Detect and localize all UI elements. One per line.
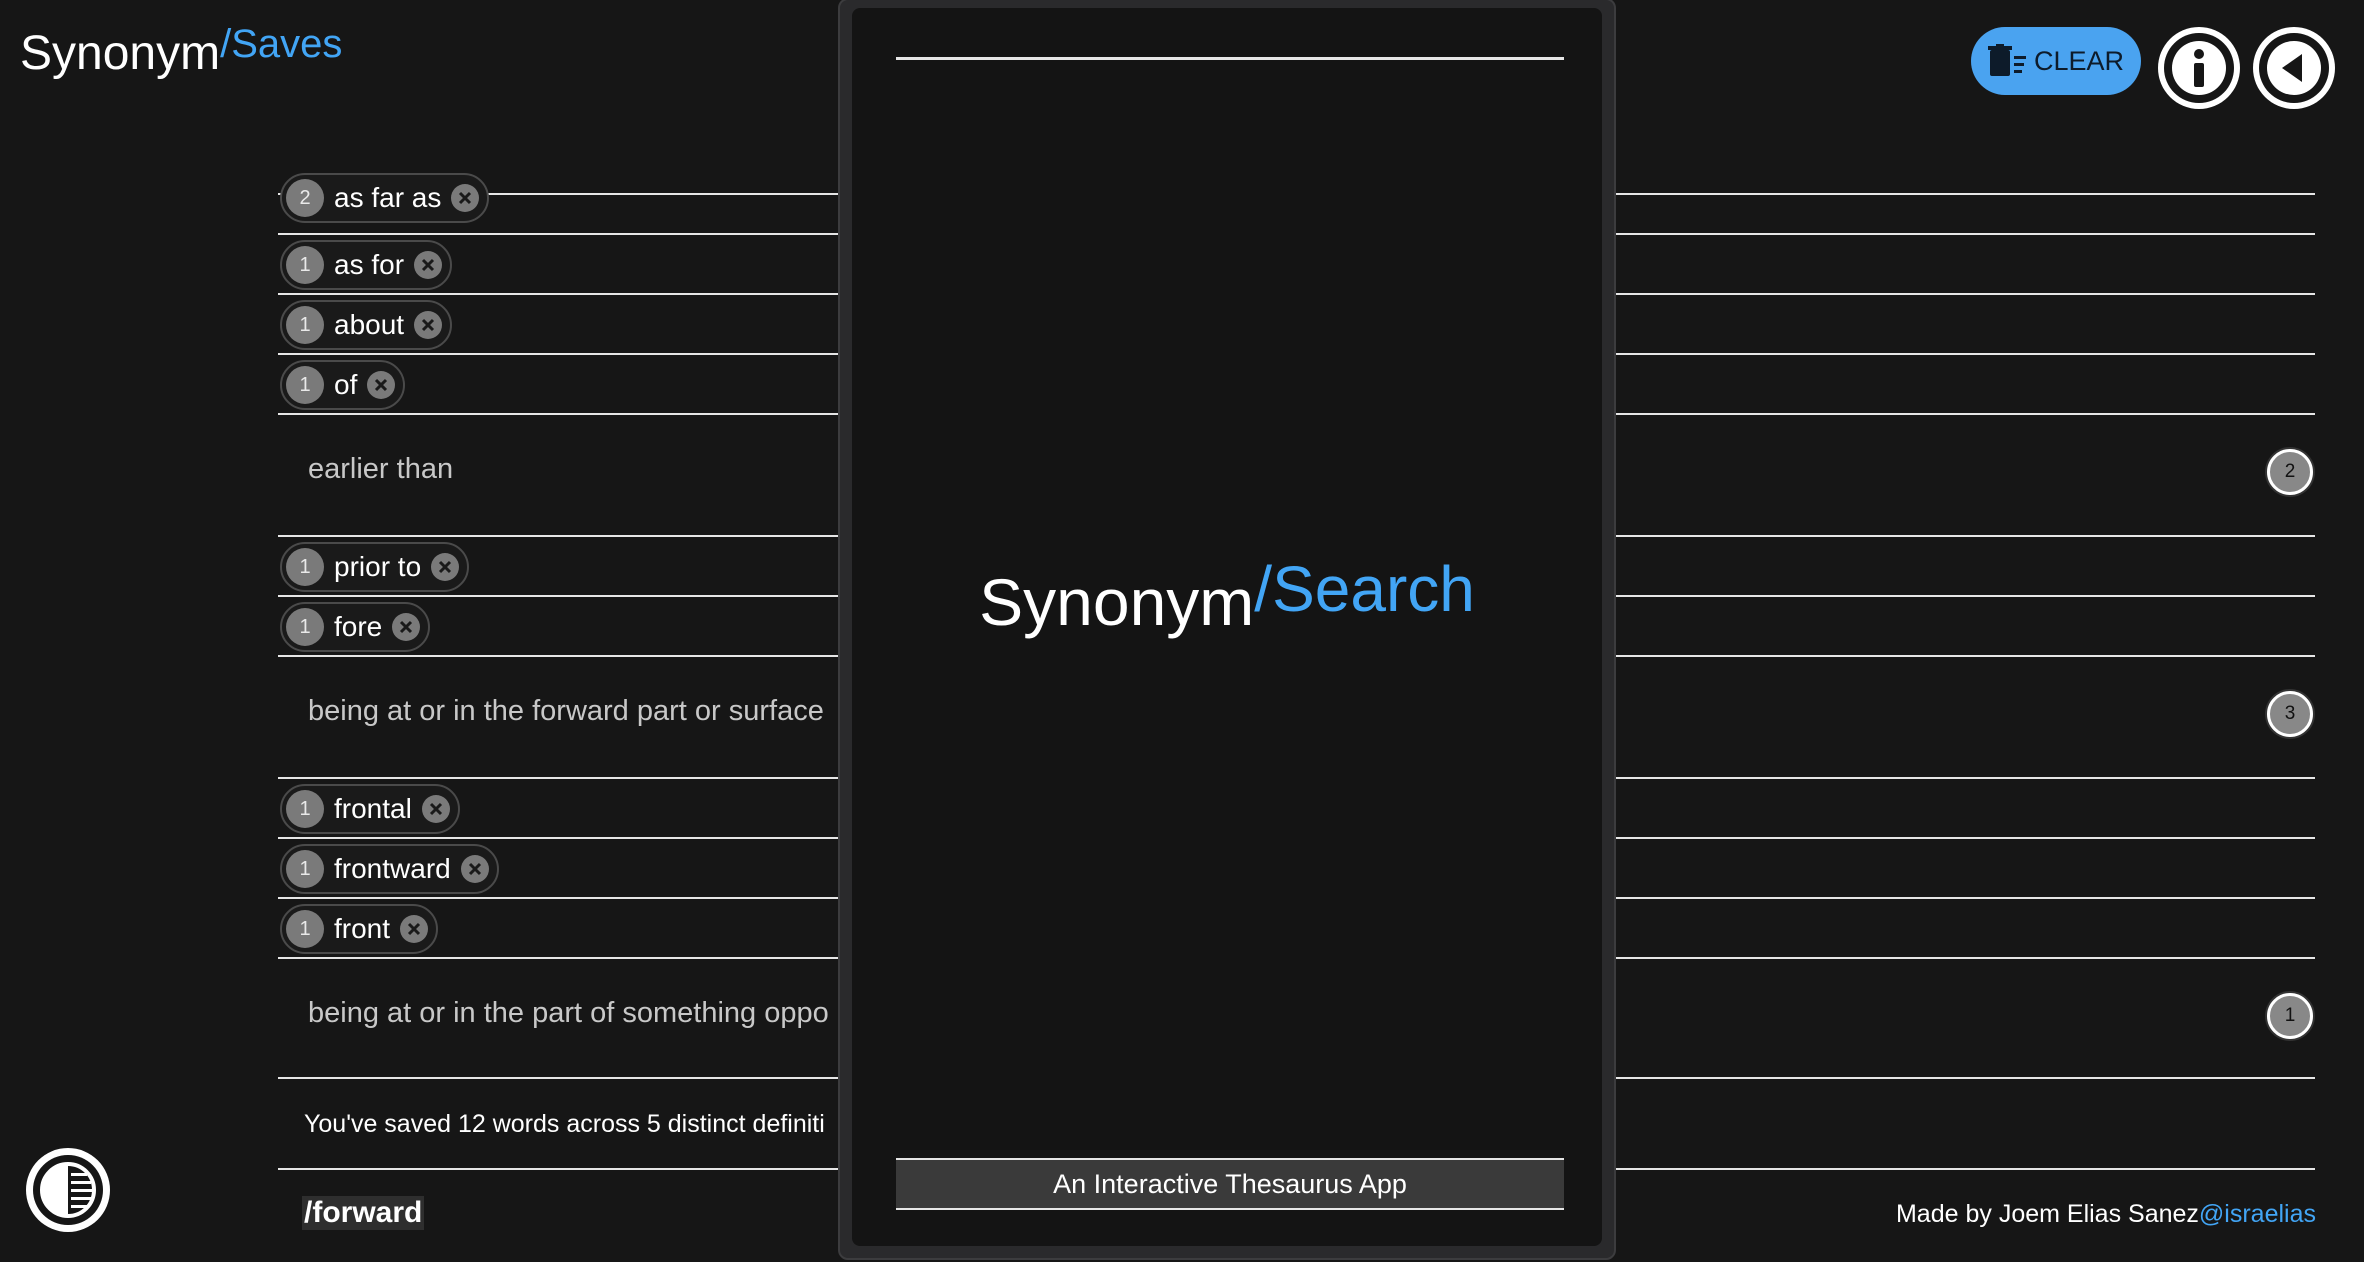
definition-count-badge: 2 xyxy=(2267,449,2313,495)
splash-logo-sub: /Search xyxy=(1254,553,1475,625)
author-handle-link[interactable]: @israelias xyxy=(2199,1200,2316,1228)
definition-text: being at or in the forward part or surfa… xyxy=(308,695,824,727)
word-count-badge: 1 xyxy=(286,910,324,948)
word-chip[interactable]: 1 about xyxy=(280,300,453,350)
back-button[interactable] xyxy=(2253,27,2364,147)
word-count-badge: 1 xyxy=(286,246,324,284)
contrast-icon xyxy=(40,1162,96,1218)
remove-icon[interactable] xyxy=(400,915,429,943)
theme-toggle-button[interactable] xyxy=(26,1148,110,1232)
app-title[interactable]: Synonym/Saves xyxy=(20,24,342,80)
splash-divider xyxy=(896,57,1564,60)
clear-button[interactable]: CLEAR xyxy=(1971,27,2141,95)
remove-icon[interactable] xyxy=(451,184,480,212)
remove-icon[interactable] xyxy=(431,553,460,581)
remove-icon[interactable] xyxy=(421,795,450,823)
word-label: frontward xyxy=(334,853,451,884)
word-label: frontal xyxy=(334,793,412,824)
word-label: as for xyxy=(334,249,405,280)
word-count-badge: 1 xyxy=(286,850,324,888)
word-label: prior to xyxy=(334,551,422,582)
word-count-badge: 1 xyxy=(286,608,324,646)
remove-icon[interactable] xyxy=(414,251,443,279)
word-chip[interactable]: 1 prior to xyxy=(280,542,470,592)
definition-count-badge: 1 xyxy=(2267,993,2313,1039)
word-count-badge: 1 xyxy=(286,366,324,404)
word-label: fore xyxy=(334,611,383,642)
word-chip[interactable]: 1 fore xyxy=(280,602,431,652)
current-query[interactable]: /forward xyxy=(302,1196,425,1230)
credit-text: Made by Joem Elias Sanez xyxy=(1895,1200,2199,1228)
word-chip[interactable]: 2 as far as xyxy=(280,173,490,223)
splash-popup: Synonym/Search An Interactive Thesaurus … xyxy=(838,0,1616,1260)
word-count-badge: 1 xyxy=(286,306,324,344)
remove-icon[interactable] xyxy=(414,311,443,339)
word-count-badge: 1 xyxy=(286,548,324,586)
word-chip[interactable]: 1 as for xyxy=(280,240,453,290)
word-label: as far as xyxy=(334,182,442,213)
info-icon xyxy=(2172,41,2226,95)
word-label: of xyxy=(334,369,358,400)
footer-credit: Made by Joem Elias Sanez@israelias xyxy=(1896,1200,2316,1229)
splash-tagline: An Interactive Thesaurus App xyxy=(896,1158,1564,1210)
clear-button-label: CLEAR xyxy=(2033,45,2125,76)
definition-text: being at or in the part of something opp… xyxy=(308,997,829,1029)
splash-panel: Synonym/Search An Interactive Thesaurus … xyxy=(852,8,1602,1246)
splash-logo-main: Synonym xyxy=(979,565,1255,639)
definition-count-badge: 3 xyxy=(2267,691,2313,737)
remove-icon[interactable] xyxy=(392,613,421,641)
splash-logo: Synonym/Search xyxy=(852,553,1602,640)
word-label: front xyxy=(334,913,391,944)
word-count-badge: 1 xyxy=(286,790,324,828)
word-count-badge: 2 xyxy=(286,179,324,217)
app-title-main: Synonym xyxy=(20,27,221,80)
word-label: about xyxy=(334,309,405,340)
remove-icon[interactable] xyxy=(460,855,489,883)
word-chip[interactable]: 1 frontward xyxy=(280,844,499,894)
remove-icon[interactable] xyxy=(367,371,396,399)
back-arrow-icon xyxy=(2267,41,2321,95)
saved-summary: You've saved 12 words across 5 distinct … xyxy=(304,1110,825,1138)
word-chip[interactable]: 1 front xyxy=(280,904,439,954)
definition-text: earlier than xyxy=(308,453,454,485)
word-chip[interactable]: 1 of xyxy=(280,360,406,410)
word-chip[interactable]: 1 frontal xyxy=(280,784,460,834)
trash-list-icon xyxy=(1987,44,2026,76)
app-title-sub: /Saves xyxy=(220,22,343,66)
